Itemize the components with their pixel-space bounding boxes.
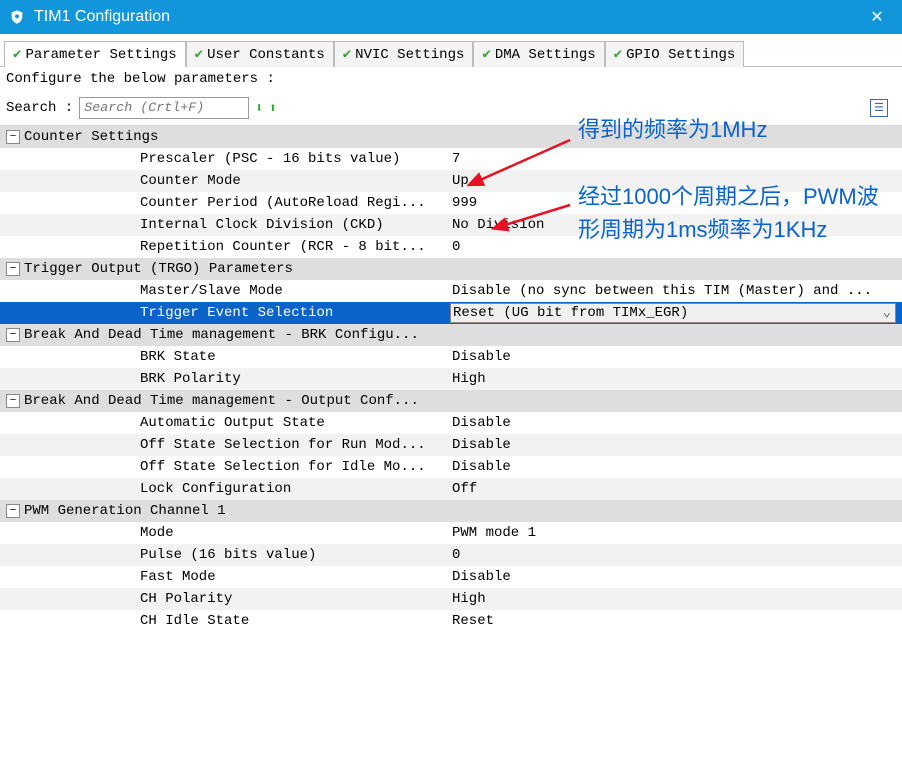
param-brk-polarity[interactable]: BRK Polarity High [0,368,902,390]
section-trgo[interactable]: − Trigger Output (TRGO) Parameters [0,258,902,280]
param-label: Fast Mode [140,569,216,585]
param-value[interactable]: PWM mode 1 [450,525,902,541]
param-off-state-run[interactable]: Off State Selection for Run Mod... Disabl… [0,434,902,456]
param-value[interactable]: Reset [450,613,902,629]
param-value[interactable]: 0 [450,239,902,255]
tab-label: User Constants [207,47,325,63]
param-ch-polarity[interactable]: CH Polarity High [0,588,902,610]
param-rcr[interactable]: Repetition Counter (RCR - 8 bit... 0 [0,236,902,258]
search-input[interactable] [79,97,249,119]
param-pwm-mode[interactable]: Mode PWM mode 1 [0,522,902,544]
section-output[interactable]: − Break And Dead Time management - Outpu… [0,390,902,412]
tab-nvic-settings[interactable]: ✔NVIC Settings [334,41,474,67]
param-label: Lock Configuration [140,481,291,497]
check-icon: ✔ [614,46,622,63]
tab-label: DMA Settings [495,47,596,63]
section-title: Break And Dead Time management - Output … [24,393,419,409]
search-next-icon[interactable]: ⬇ [255,101,263,116]
search-prev-icon[interactable]: ⬆ [269,101,277,116]
param-label: Mode [140,525,174,541]
param-label: Master/Slave Mode [140,283,283,299]
section-title: Break And Dead Time management - BRK Con… [24,327,419,343]
param-fast-mode[interactable]: Fast Mode Disable [0,566,902,588]
param-label: Internal Clock Division (CKD) [140,217,384,233]
param-auto-output[interactable]: Automatic Output State Disable [0,412,902,434]
tab-parameter-settings[interactable]: ✔Parameter Settings [4,41,186,67]
param-value[interactable]: 999 [450,195,902,211]
param-label: BRK Polarity [140,371,241,387]
param-label: Prescaler (PSC - 16 bits value) [140,151,400,167]
param-brk-state[interactable]: BRK State Disable [0,346,902,368]
search-row: Search : ⬇ ⬆ ☰ [0,95,902,125]
param-ckd[interactable]: Internal Clock Division (CKD) No Division [0,214,902,236]
check-icon: ✔ [13,46,21,63]
param-value[interactable]: Disable [450,349,902,365]
param-label: Off State Selection for Idle Mo... [140,459,426,475]
param-label: Counter Mode [140,173,241,189]
tabs: ✔Parameter Settings ✔User Constants ✔NVI… [0,34,902,67]
param-value[interactable]: Disable [450,437,902,453]
param-value[interactable]: Up [450,173,902,189]
param-value[interactable]: Disable (no sync between this TIM (Maste… [450,283,902,299]
param-value[interactable]: No Division [450,217,902,233]
param-value[interactable]: Disable [450,415,902,431]
collapse-icon[interactable]: − [6,328,20,342]
close-button[interactable]: ✕ [860,0,894,34]
param-label: Pulse (16 bits value) [140,547,316,563]
param-label: CH Polarity [140,591,232,607]
search-label: Search : [6,100,73,116]
param-counter-mode[interactable]: Counter Mode Up [0,170,902,192]
tab-user-constants[interactable]: ✔User Constants [186,41,334,67]
check-icon: ✔ [343,46,351,63]
param-value-dropdown[interactable]: Reset (UG bit from TIMx_EGR) [450,303,896,323]
param-value[interactable]: Off [450,481,902,497]
check-icon: ✔ [482,46,490,63]
property-grid: − Counter Settings Prescaler (PSC - 16 b… [0,125,902,632]
param-label: Repetition Counter (RCR - 8 bit... [140,239,426,255]
param-label: Off State Selection for Run Mod... [140,437,426,453]
param-label: CH Idle State [140,613,249,629]
param-trigger-event-selection[interactable]: Trigger Event Selection Reset (UG bit fro… [0,302,902,324]
section-brk[interactable]: − Break And Dead Time management - BRK C… [0,324,902,346]
collapse-icon[interactable]: − [6,394,20,408]
section-title: Trigger Output (TRGO) Parameters [24,261,293,277]
param-value[interactable]: Disable [450,569,902,585]
details-icon[interactable]: ☰ [870,99,888,117]
tab-label: NVIC Settings [355,47,464,63]
section-title: Counter Settings [24,129,158,145]
tab-gpio-settings[interactable]: ✔GPIO Settings [605,41,745,67]
param-counter-period[interactable]: Counter Period (AutoReload Regi... 999 [0,192,902,214]
param-label: Automatic Output State [140,415,325,431]
tab-label: GPIO Settings [626,47,735,63]
instruction-text: Configure the below parameters : [0,67,902,95]
collapse-icon[interactable]: − [6,262,20,276]
param-label: BRK State [140,349,216,365]
param-prescaler[interactable]: Prescaler (PSC - 16 bits value) 7 [0,148,902,170]
check-icon: ✔ [195,46,203,63]
param-pulse[interactable]: Pulse (16 bits value) 0 [0,544,902,566]
param-label: Trigger Event Selection [140,305,333,321]
param-value[interactable]: Disable [450,459,902,475]
param-off-state-idle[interactable]: Off State Selection for Idle Mo... Disabl… [0,456,902,478]
shield-icon [8,8,26,26]
param-value[interactable]: High [450,371,902,387]
section-pwm[interactable]: − PWM Generation Channel 1 [0,500,902,522]
param-ch-idle-state[interactable]: CH Idle State Reset [0,610,902,632]
param-value[interactable]: High [450,591,902,607]
param-value[interactable]: 7 [450,151,902,167]
section-counter-settings[interactable]: − Counter Settings [0,126,902,148]
window-title: TIM1 Configuration [34,8,170,26]
param-lock-config[interactable]: Lock Configuration Off [0,478,902,500]
param-master-slave[interactable]: Master/Slave Mode Disable (no sync betwee… [0,280,902,302]
tab-label: Parameter Settings [25,47,176,63]
collapse-icon[interactable]: − [6,504,20,518]
collapse-icon[interactable]: − [6,130,20,144]
param-label: Counter Period (AutoReload Regi... [140,195,426,211]
param-value[interactable]: 0 [450,547,902,563]
tab-dma-settings[interactable]: ✔ DMA Settings [473,41,604,67]
titlebar: TIM1 Configuration ✕ [0,0,902,34]
section-title: PWM Generation Channel 1 [24,503,226,519]
